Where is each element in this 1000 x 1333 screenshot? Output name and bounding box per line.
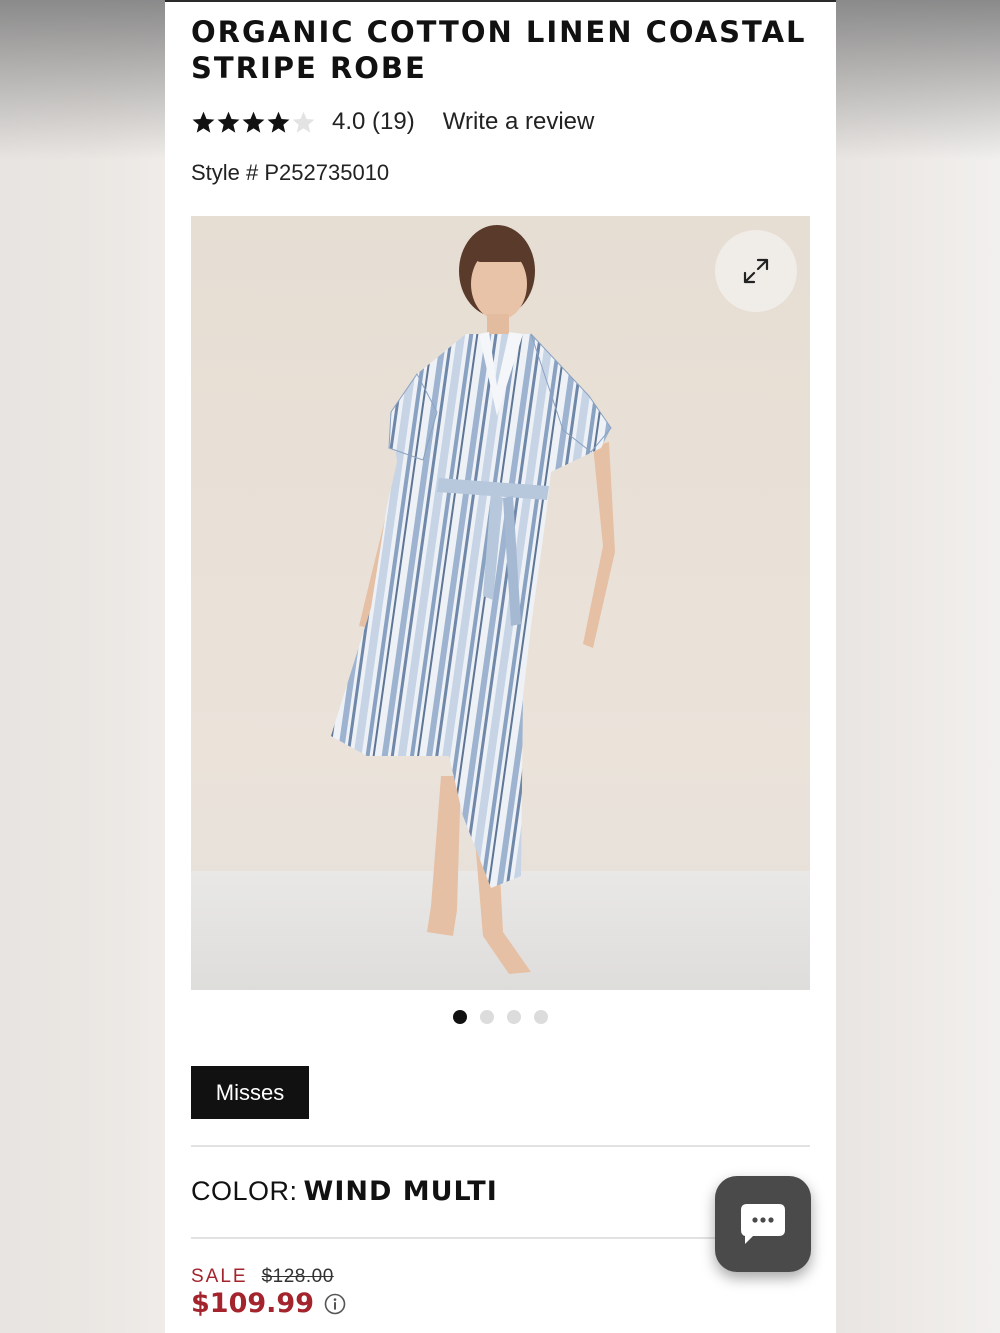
carousel-dots	[165, 1010, 836, 1024]
info-icon[interactable]	[324, 1293, 346, 1315]
background-right	[836, 0, 1000, 1333]
chat-button[interactable]	[715, 1176, 811, 1272]
original-price: $128.00	[261, 1266, 334, 1287]
star-rating	[191, 110, 316, 135]
sale-row: SALE $128.00	[191, 1266, 334, 1288]
sale-price: $109.99	[191, 1288, 314, 1319]
star-filled-icon	[192, 111, 215, 133]
expand-image-button[interactable]	[715, 230, 797, 312]
price-row: $109.99	[191, 1288, 346, 1319]
robe-model-illustration	[331, 225, 615, 974]
divider	[191, 1237, 731, 1239]
star-filled-icon	[217, 111, 240, 133]
sale-label: SALE	[191, 1266, 248, 1287]
star-filled-icon	[242, 111, 265, 133]
color-value: WIND MULTI	[303, 1176, 498, 1207]
background-left	[0, 0, 165, 1333]
carousel-dot[interactable]	[507, 1010, 521, 1024]
carousel-dot[interactable]	[453, 1010, 467, 1024]
color-selection: COLOR: WIND MULTI	[191, 1176, 498, 1207]
style-number: Style # P252735010	[191, 160, 390, 185]
product-page: ORGANIC COTTON LINEN COASTAL STRIPE ROBE…	[165, 0, 836, 1333]
color-label: COLOR:	[191, 1176, 298, 1206]
chat-bubble-icon	[741, 1204, 785, 1244]
rating-row: 4.0 (19) Write a review	[191, 106, 594, 138]
rating-summary: 4.0 (19)	[332, 108, 415, 136]
star-empty-icon	[292, 111, 315, 133]
carousel-dot[interactable]	[534, 1010, 548, 1024]
rating-value: 4.0	[332, 108, 366, 135]
size-option-misses[interactable]: Misses	[191, 1066, 309, 1119]
product-title: ORGANIC COTTON LINEN COASTAL STRIPE ROBE	[191, 15, 807, 85]
expand-icon	[743, 258, 769, 284]
write-review-link[interactable]: Write a review	[443, 108, 595, 136]
star-filled-icon	[267, 111, 290, 133]
product-image[interactable]	[191, 216, 810, 990]
review-count: (19)	[372, 108, 415, 135]
divider	[191, 1145, 810, 1147]
carousel-dot[interactable]	[480, 1010, 494, 1024]
